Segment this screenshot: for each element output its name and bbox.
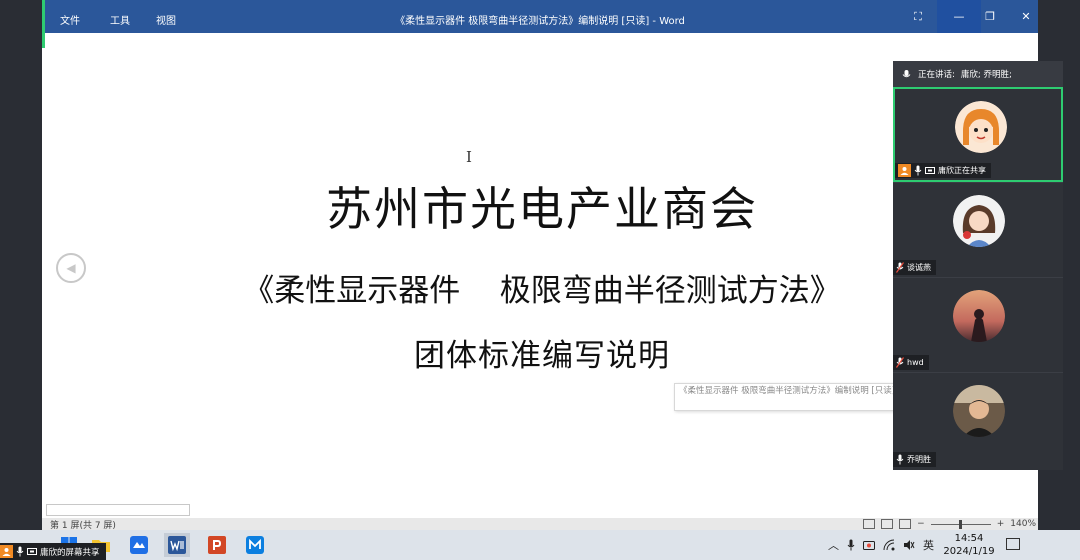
read-mode-icon[interactable] <box>863 519 876 529</box>
zoom-controls: − + 140% <box>863 518 1038 530</box>
speaker-icon <box>902 69 911 77</box>
participant-tile[interactable]: 乔明胜 <box>893 372 1063 470</box>
horizontal-scrollbar[interactable] <box>46 504 190 516</box>
avatar <box>953 290 1005 342</box>
participant-name: 乔明胜 <box>907 455 931 464</box>
powerpoint-icon <box>208 536 226 554</box>
screen-share-icon <box>27 547 37 555</box>
share-border-accent <box>42 0 45 48</box>
web-layout-icon[interactable] <box>899 519 912 529</box>
mic-tray-icon[interactable] <box>847 539 855 551</box>
participant-name-tag: 谈诚燕 <box>893 260 936 275</box>
print-layout-icon[interactable] <box>881 519 894 529</box>
title-bar: 文件 工具 视图 《柔性显示器件 极限弯曲半径测试方法》编制说明 [只读] - … <box>42 0 1038 33</box>
zoom-slider[interactable] <box>930 519 991 529</box>
document-title: 苏州市光电产业商会 <box>326 182 758 236</box>
mic-muted-icon <box>896 357 904 368</box>
m-app-icon <box>246 536 264 554</box>
clock[interactable]: 14:54 2024/1/19 <box>940 532 998 558</box>
zoom-level[interactable]: 140% <box>1010 519 1036 529</box>
screen-share-badge: 庸欣的屏幕共享 <box>0 543 106 560</box>
participant-name: 庸欣正在共享 <box>938 166 986 175</box>
volume-icon[interactable] <box>903 539 915 551</box>
avatar <box>953 195 1005 247</box>
minimize-icon: — <box>953 10 965 23</box>
share-badge-label: 庸欣的屏幕共享 <box>40 547 100 558</box>
taskbar-mail-app[interactable] <box>242 533 268 557</box>
mic-muted-icon <box>896 262 904 273</box>
fullscreen-icon: ⛶ <box>914 9 922 23</box>
speaking-label: 正在讲话: <box>918 70 955 80</box>
participant-name-tag: hwd <box>893 355 929 370</box>
zoom-slider-thumb[interactable] <box>958 519 962 529</box>
network-icon[interactable] <box>883 539 895 551</box>
document-area[interactable]: I ◀ 苏州市光电产业商会 《柔性显示器件 极限弯曲半径测试方法》 团体标准编写… <box>42 33 1038 501</box>
zoom-in-button[interactable]: + <box>997 519 1005 529</box>
screen-share-icon <box>925 166 935 174</box>
avatar <box>953 385 1005 437</box>
avatar <box>955 101 1007 153</box>
taskbar-tencent-meeting[interactable] <box>126 533 152 557</box>
participant-name: hwd <box>907 358 924 367</box>
clock-time: 14:54 <box>954 533 984 544</box>
system-tray: ︿ 英 <box>828 530 934 560</box>
fullscreen-button[interactable]: ⛶ <box>896 0 940 33</box>
word-icon <box>168 536 186 554</box>
meeting-app-icon <box>130 536 148 554</box>
text-cursor-icon: I <box>466 148 472 166</box>
participant-name-tag: 乔明胜 <box>893 452 936 467</box>
participant-tile[interactable]: hwd <box>893 277 1063 372</box>
close-button[interactable]: ✕ <box>1004 0 1048 33</box>
input-method-indicator[interactable]: 英 <box>923 537 934 553</box>
word-window: 文件 工具 视图 《柔性显示器件 极限弯曲半径测试方法》编制说明 [只读] - … <box>42 0 1038 531</box>
participant-name-tag: 庸欣正在共享 <box>895 163 991 178</box>
document-heading: 团体标准编写说明 <box>414 338 670 374</box>
taskbar-powerpoint[interactable] <box>204 533 230 557</box>
zoom-out-button[interactable]: − <box>917 519 925 529</box>
mic-icon <box>914 165 922 176</box>
window-title: 《柔性显示器件 极限弯曲半径测试方法》编制说明 [只读] - Word <box>395 16 685 27</box>
status-bar: 第 1 屏(共 7 屏) − + 140% <box>42 518 1038 531</box>
taskbar-word[interactable] <box>164 533 190 557</box>
participant-tile[interactable]: 谈诚燕 <box>893 182 1063 277</box>
user-icon <box>0 545 13 558</box>
taskbar: ︿ 英 14:54 2024/1/19 <box>0 530 1080 560</box>
camera-tray-icon[interactable] <box>863 539 875 551</box>
restore-icon: ❐ <box>985 10 995 23</box>
close-icon: ✕ <box>1021 10 1031 23</box>
participant-tile[interactable]: 庸欣正在共享 <box>893 87 1063 182</box>
document-subtitle: 《柔性显示器件 极限弯曲半径测试方法》 <box>243 273 841 309</box>
tray-expand-icon[interactable]: ︿ <box>828 537 839 553</box>
meeting-panel: 正在讲话: 庸欣; 乔明胜; 庸欣正在共享 谈诚燕 hwd 乔明胜 <box>893 61 1063 470</box>
speaking-bar: 正在讲话: 庸欣; 乔明胜; <box>893 61 1063 87</box>
clock-date: 2024/1/19 <box>943 546 995 557</box>
mic-icon <box>16 546 24 557</box>
mic-icon <box>896 454 904 465</box>
user-icon <box>898 164 911 177</box>
notification-icon[interactable] <box>1006 538 1020 550</box>
participant-name: 谈诚燕 <box>907 263 931 272</box>
speaking-names: 庸欣; 乔明胜; <box>960 70 1012 80</box>
